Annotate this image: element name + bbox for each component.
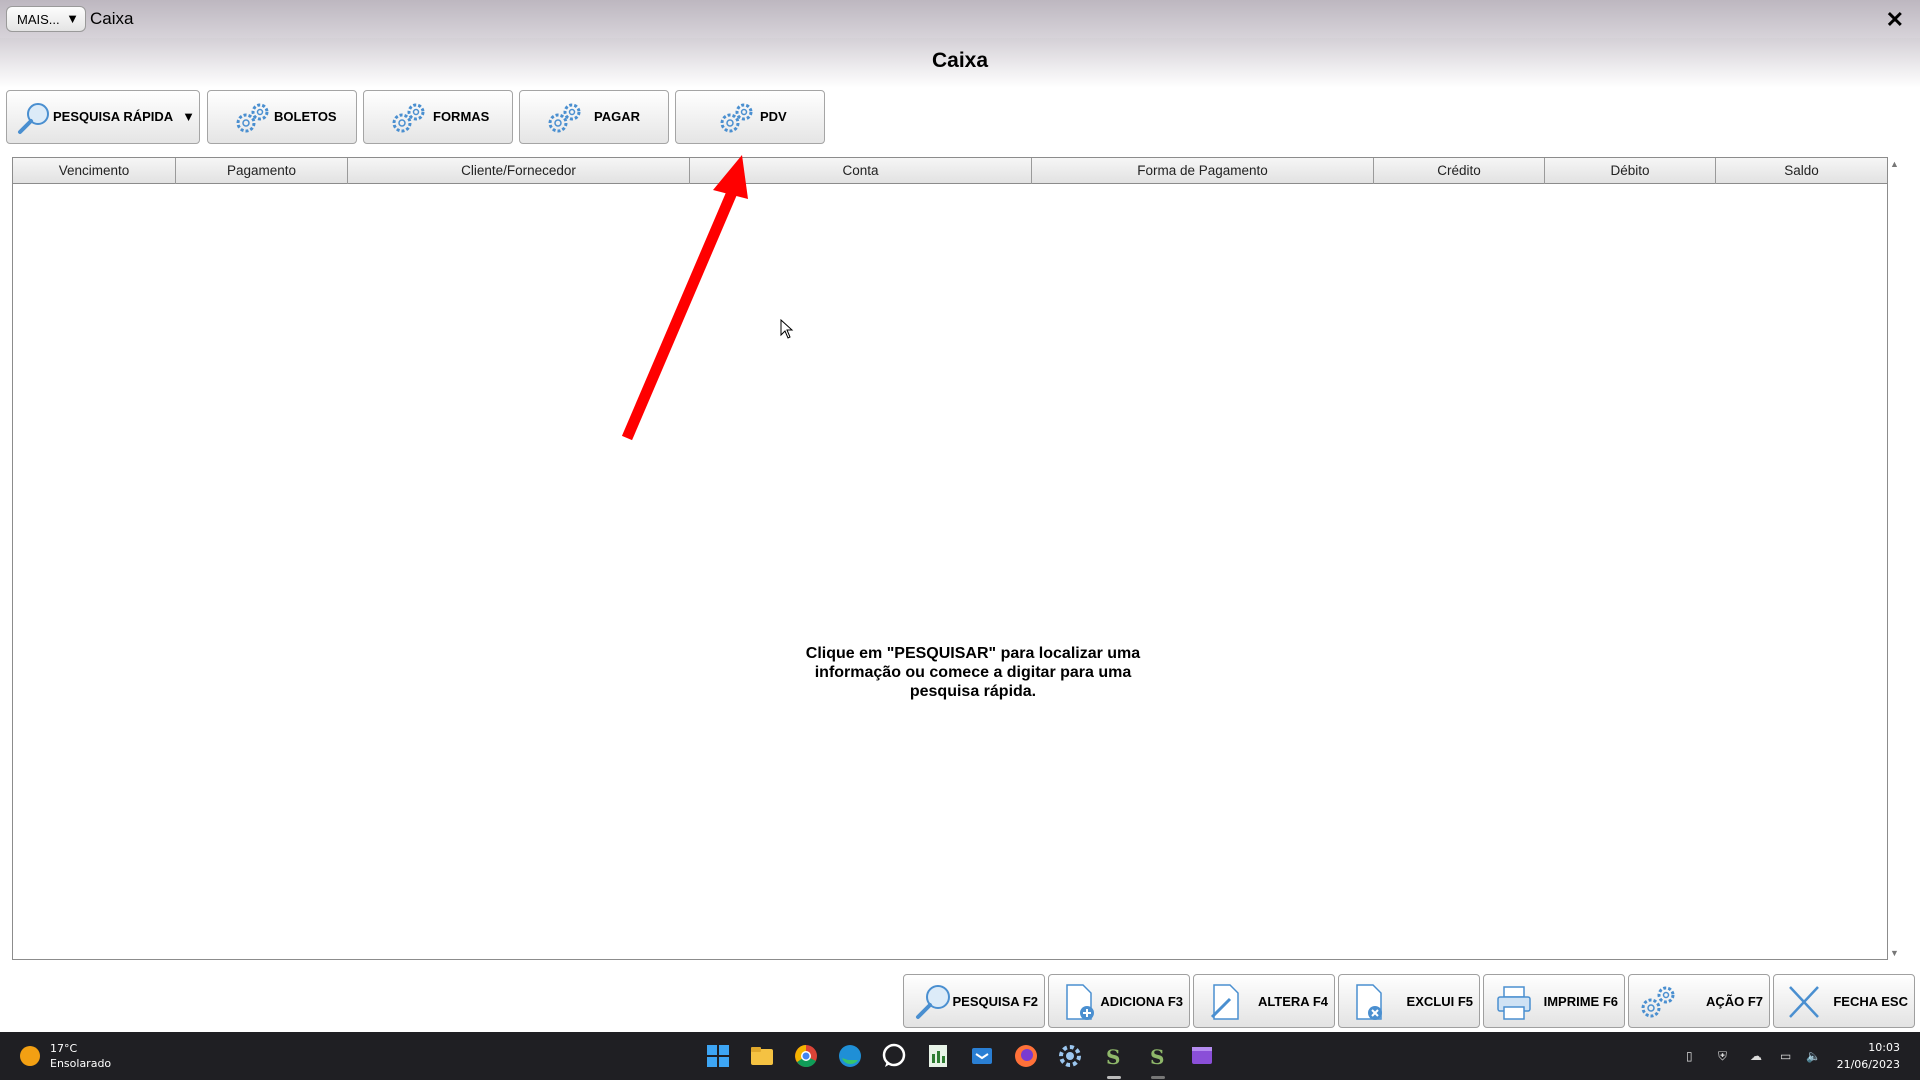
- mais-dropdown-button[interactable]: MAIS... ▼: [6, 6, 86, 32]
- column-header-debito[interactable]: Débito: [1545, 158, 1716, 184]
- fecha-esc-label: FECHA ESC: [1833, 994, 1908, 1009]
- empty-state-hint: Clique em "PESQUISAR" para localizar uma…: [805, 645, 1141, 700]
- fecha-esc-button[interactable]: FECHA ESC: [1773, 974, 1915, 1028]
- file-explorer-icon[interactable]: [748, 1042, 776, 1070]
- edit-document-icon: [1210, 984, 1239, 1020]
- clock-date[interactable]: 21/06/2023: [1837, 1058, 1900, 1071]
- altera-f4-label: ALTERA F4: [1257, 994, 1328, 1009]
- exclui-f5-button[interactable]: EXCLUI F5: [1338, 974, 1480, 1028]
- video-editor-icon[interactable]: [1188, 1042, 1216, 1070]
- gears-icon: [548, 103, 581, 133]
- acao-f7-button[interactable]: AÇÃO F7: [1628, 974, 1770, 1028]
- column-header-credito[interactable]: Crédito: [1374, 158, 1545, 184]
- clock-time[interactable]: 10:03: [1868, 1041, 1900, 1054]
- add-document-icon: [1066, 984, 1094, 1020]
- mouse-cursor-icon: [780, 319, 794, 339]
- app-s-icon[interactable]: S: [1100, 1042, 1128, 1070]
- scroll-down-icon[interactable]: ▼: [1890, 948, 1899, 958]
- mail-icon[interactable]: [968, 1042, 996, 1070]
- network-icon[interactable]: ▭: [1780, 1049, 1796, 1063]
- active-app-indicator: [1107, 1076, 1121, 1079]
- open-app-indicator: [1151, 1076, 1165, 1079]
- weather-description: Ensolarado: [50, 1057, 112, 1070]
- app-s2-icon[interactable]: S: [1144, 1042, 1172, 1070]
- chevron-down-icon: ▼: [66, 11, 79, 26]
- mais-label: MAIS...: [17, 11, 60, 27]
- window-title: Caixa: [90, 9, 134, 28]
- search-icon: [916, 985, 950, 1019]
- windows-start-icon[interactable]: [704, 1042, 732, 1070]
- chrome-icon[interactable]: [792, 1042, 820, 1070]
- acao-f7-label: AÇÃO F7: [1705, 994, 1763, 1009]
- gears-icon: [392, 103, 425, 133]
- quick-search-button[interactable]: PESQUISA RÁPIDA ▼: [6, 90, 200, 144]
- battery-icon[interactable]: ▯: [1686, 1049, 1702, 1063]
- firefox-icon[interactable]: [1012, 1042, 1040, 1070]
- pesquisa-f2-label: PESQUISA F2: [952, 994, 1038, 1009]
- column-header-saldo[interactable]: Saldo: [1716, 158, 1887, 184]
- os-taskbar: 17°C Ensolarado S S ▯ ⛨ ☁ ▭ 🔈 10:03 21/0…: [0, 1032, 1920, 1080]
- security-shield-icon[interactable]: ⛨: [1718, 1049, 1734, 1063]
- pdv-label: PDV: [760, 109, 787, 124]
- gears-icon: [236, 103, 269, 133]
- settings-icon[interactable]: [1056, 1042, 1084, 1070]
- transactions-table[interactable]: Vencimento Pagamento Cliente/Fornecedor …: [12, 157, 1888, 960]
- adiciona-f3-label: ADICIONA F3: [1100, 994, 1183, 1009]
- pesquisa-f2-button[interactable]: PESQUISA F2: [903, 974, 1045, 1028]
- svg-text:S: S: [1150, 1045, 1164, 1069]
- gears-icon: [1641, 986, 1675, 1018]
- weather-temperature: 17°C: [50, 1042, 78, 1055]
- column-header-cliente-fornecedor[interactable]: Cliente/Fornecedor: [348, 158, 690, 184]
- quick-search-label: PESQUISA RÁPIDA: [53, 109, 174, 124]
- pagar-label: PAGAR: [594, 109, 640, 124]
- imprime-f6-button[interactable]: IMPRIME F6: [1483, 974, 1625, 1028]
- boletos-label: BOLETOS: [274, 109, 337, 124]
- spreadsheet-icon[interactable]: [924, 1042, 952, 1070]
- boletos-button[interactable]: BOLETOS: [207, 90, 357, 144]
- svg-text:S: S: [1106, 1045, 1120, 1069]
- column-header-forma-pagamento[interactable]: Forma de Pagamento: [1032, 158, 1374, 184]
- imprime-f6-label: IMPRIME F6: [1543, 994, 1618, 1009]
- pdv-button[interactable]: PDV: [675, 90, 825, 144]
- adiciona-f3-button[interactable]: ADICIONA F3: [1048, 974, 1190, 1028]
- delete-document-icon: [1356, 984, 1382, 1020]
- weather-sun-icon[interactable]: [20, 1046, 40, 1066]
- scroll-up-icon[interactable]: ▲: [1890, 159, 1899, 169]
- volume-icon[interactable]: 🔈: [1806, 1049, 1822, 1063]
- title-bar: MAIS... ▼ Caixa ✕: [0, 0, 1920, 38]
- whatsapp-icon[interactable]: [880, 1042, 908, 1070]
- exclui-f5-label: EXCLUI F5: [1406, 994, 1473, 1009]
- formas-button[interactable]: FORMAS: [363, 90, 513, 144]
- search-icon: [18, 103, 49, 134]
- close-icon[interactable]: ✕: [1886, 7, 1904, 33]
- formas-label: FORMAS: [433, 109, 490, 124]
- pagar-button[interactable]: PAGAR: [519, 90, 669, 144]
- gears-icon: [720, 103, 753, 133]
- altera-f4-button[interactable]: ALTERA F4: [1193, 974, 1335, 1028]
- chevron-down-icon[interactable]: ▼: [182, 109, 195, 124]
- vertical-scrollbar[interactable]: ▲ ▼: [1888, 157, 1902, 960]
- printer-icon: [1497, 986, 1531, 1020]
- page-title: Caixa: [0, 38, 1920, 88]
- column-header-vencimento[interactable]: Vencimento: [13, 158, 176, 184]
- cloud-icon[interactable]: ☁: [1750, 1049, 1766, 1063]
- column-header-conta[interactable]: Conta: [690, 158, 1032, 184]
- edge-icon[interactable]: [836, 1042, 864, 1070]
- column-header-pagamento[interactable]: Pagamento: [176, 158, 348, 184]
- close-icon: [1789, 986, 1819, 1018]
- table-header: Vencimento Pagamento Cliente/Fornecedor …: [13, 158, 1887, 184]
